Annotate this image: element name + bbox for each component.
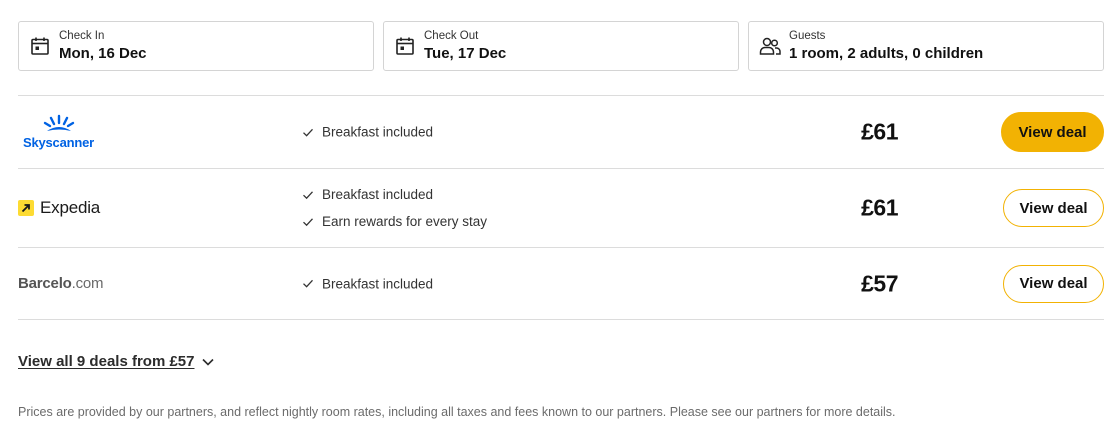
checkmark-icon: [303, 217, 313, 226]
deal-price: £57: [861, 270, 898, 296]
guests-icon: [759, 35, 781, 57]
feature-label: Breakfast included: [322, 124, 434, 140]
booking-selectors: Check In Mon, 16 Dec Check Out Tue, 17 D…: [18, 21, 1104, 71]
provider-domain: .com: [71, 274, 104, 292]
guests-label: Guests: [789, 29, 826, 42]
provider-logo-barcelo: Barcelo.com: [18, 274, 104, 293]
check-out-field[interactable]: Check Out Tue, 17 Dec: [383, 21, 739, 71]
view-deal-button[interactable]: View deal: [1001, 112, 1104, 152]
deal-price: £61: [861, 118, 898, 145]
view-deal-button[interactable]: View deal: [1003, 189, 1104, 227]
feature-list: Breakfast included Earn rewards for ever…: [302, 181, 487, 235]
feature-item: Breakfast included: [302, 181, 487, 208]
view-deal-button[interactable]: View deal: [1003, 264, 1104, 303]
guests-field[interactable]: Guests 1 room, 2 adults, 0 children: [748, 21, 1104, 71]
check-out-label: Check Out: [424, 29, 479, 42]
deals-list: Skyscanner Breakfast included £61 View d…: [18, 95, 1104, 320]
feature-label: Breakfast included: [322, 276, 434, 291]
feature-list: Breakfast included: [302, 119, 433, 146]
feature-list: Breakfast included: [302, 270, 433, 297]
deal-row: Skyscanner Breakfast included £61 View d…: [18, 95, 1104, 168]
feature-label: Breakfast included: [322, 187, 434, 202]
provider-name: Expedia: [40, 198, 101, 217]
expedia-arrow-icon: [18, 200, 34, 216]
provider-logo-skyscanner: Skyscanner: [18, 114, 94, 150]
provider-logo-expedia: Expedia: [18, 198, 100, 218]
feature-label: Earn rewards for every stay: [322, 214, 488, 229]
feature-item: Breakfast included: [302, 119, 433, 146]
calendar-icon: [394, 35, 416, 57]
skyscanner-sunrise-icon: [43, 114, 74, 131]
provider-name: Barcelo: [18, 274, 72, 292]
chevron-down-icon: [202, 358, 215, 366]
view-all-deals-link[interactable]: View all 9 deals from £57: [18, 353, 215, 370]
deal-price: £61: [861, 194, 898, 221]
guests-value: 1 room, 2 adults, 0 children: [789, 44, 984, 62]
view-all-label: View all 9 deals from £57: [18, 353, 195, 370]
feature-item: Breakfast included: [302, 270, 433, 297]
feature-item: Earn rewards for every stay: [302, 208, 487, 235]
check-out-value: Tue, 17 Dec: [424, 44, 507, 62]
deal-row: Expedia Breakfast included Earn rewards …: [18, 168, 1104, 247]
check-in-value: Mon, 16 Dec: [59, 44, 147, 62]
check-in-field[interactable]: Check In Mon, 16 Dec: [18, 21, 374, 71]
checkmark-icon: [303, 190, 313, 199]
provider-name: Skyscanner: [23, 135, 94, 150]
checkmark-icon: [303, 279, 313, 288]
deal-row: Barcelo.com Breakfast included £57 View …: [18, 247, 1104, 320]
checkmark-icon: [303, 128, 313, 137]
calendar-icon: [29, 35, 51, 57]
price-disclaimer: Prices are provided by our partners, and…: [18, 405, 896, 419]
check-in-label: Check In: [59, 29, 105, 42]
